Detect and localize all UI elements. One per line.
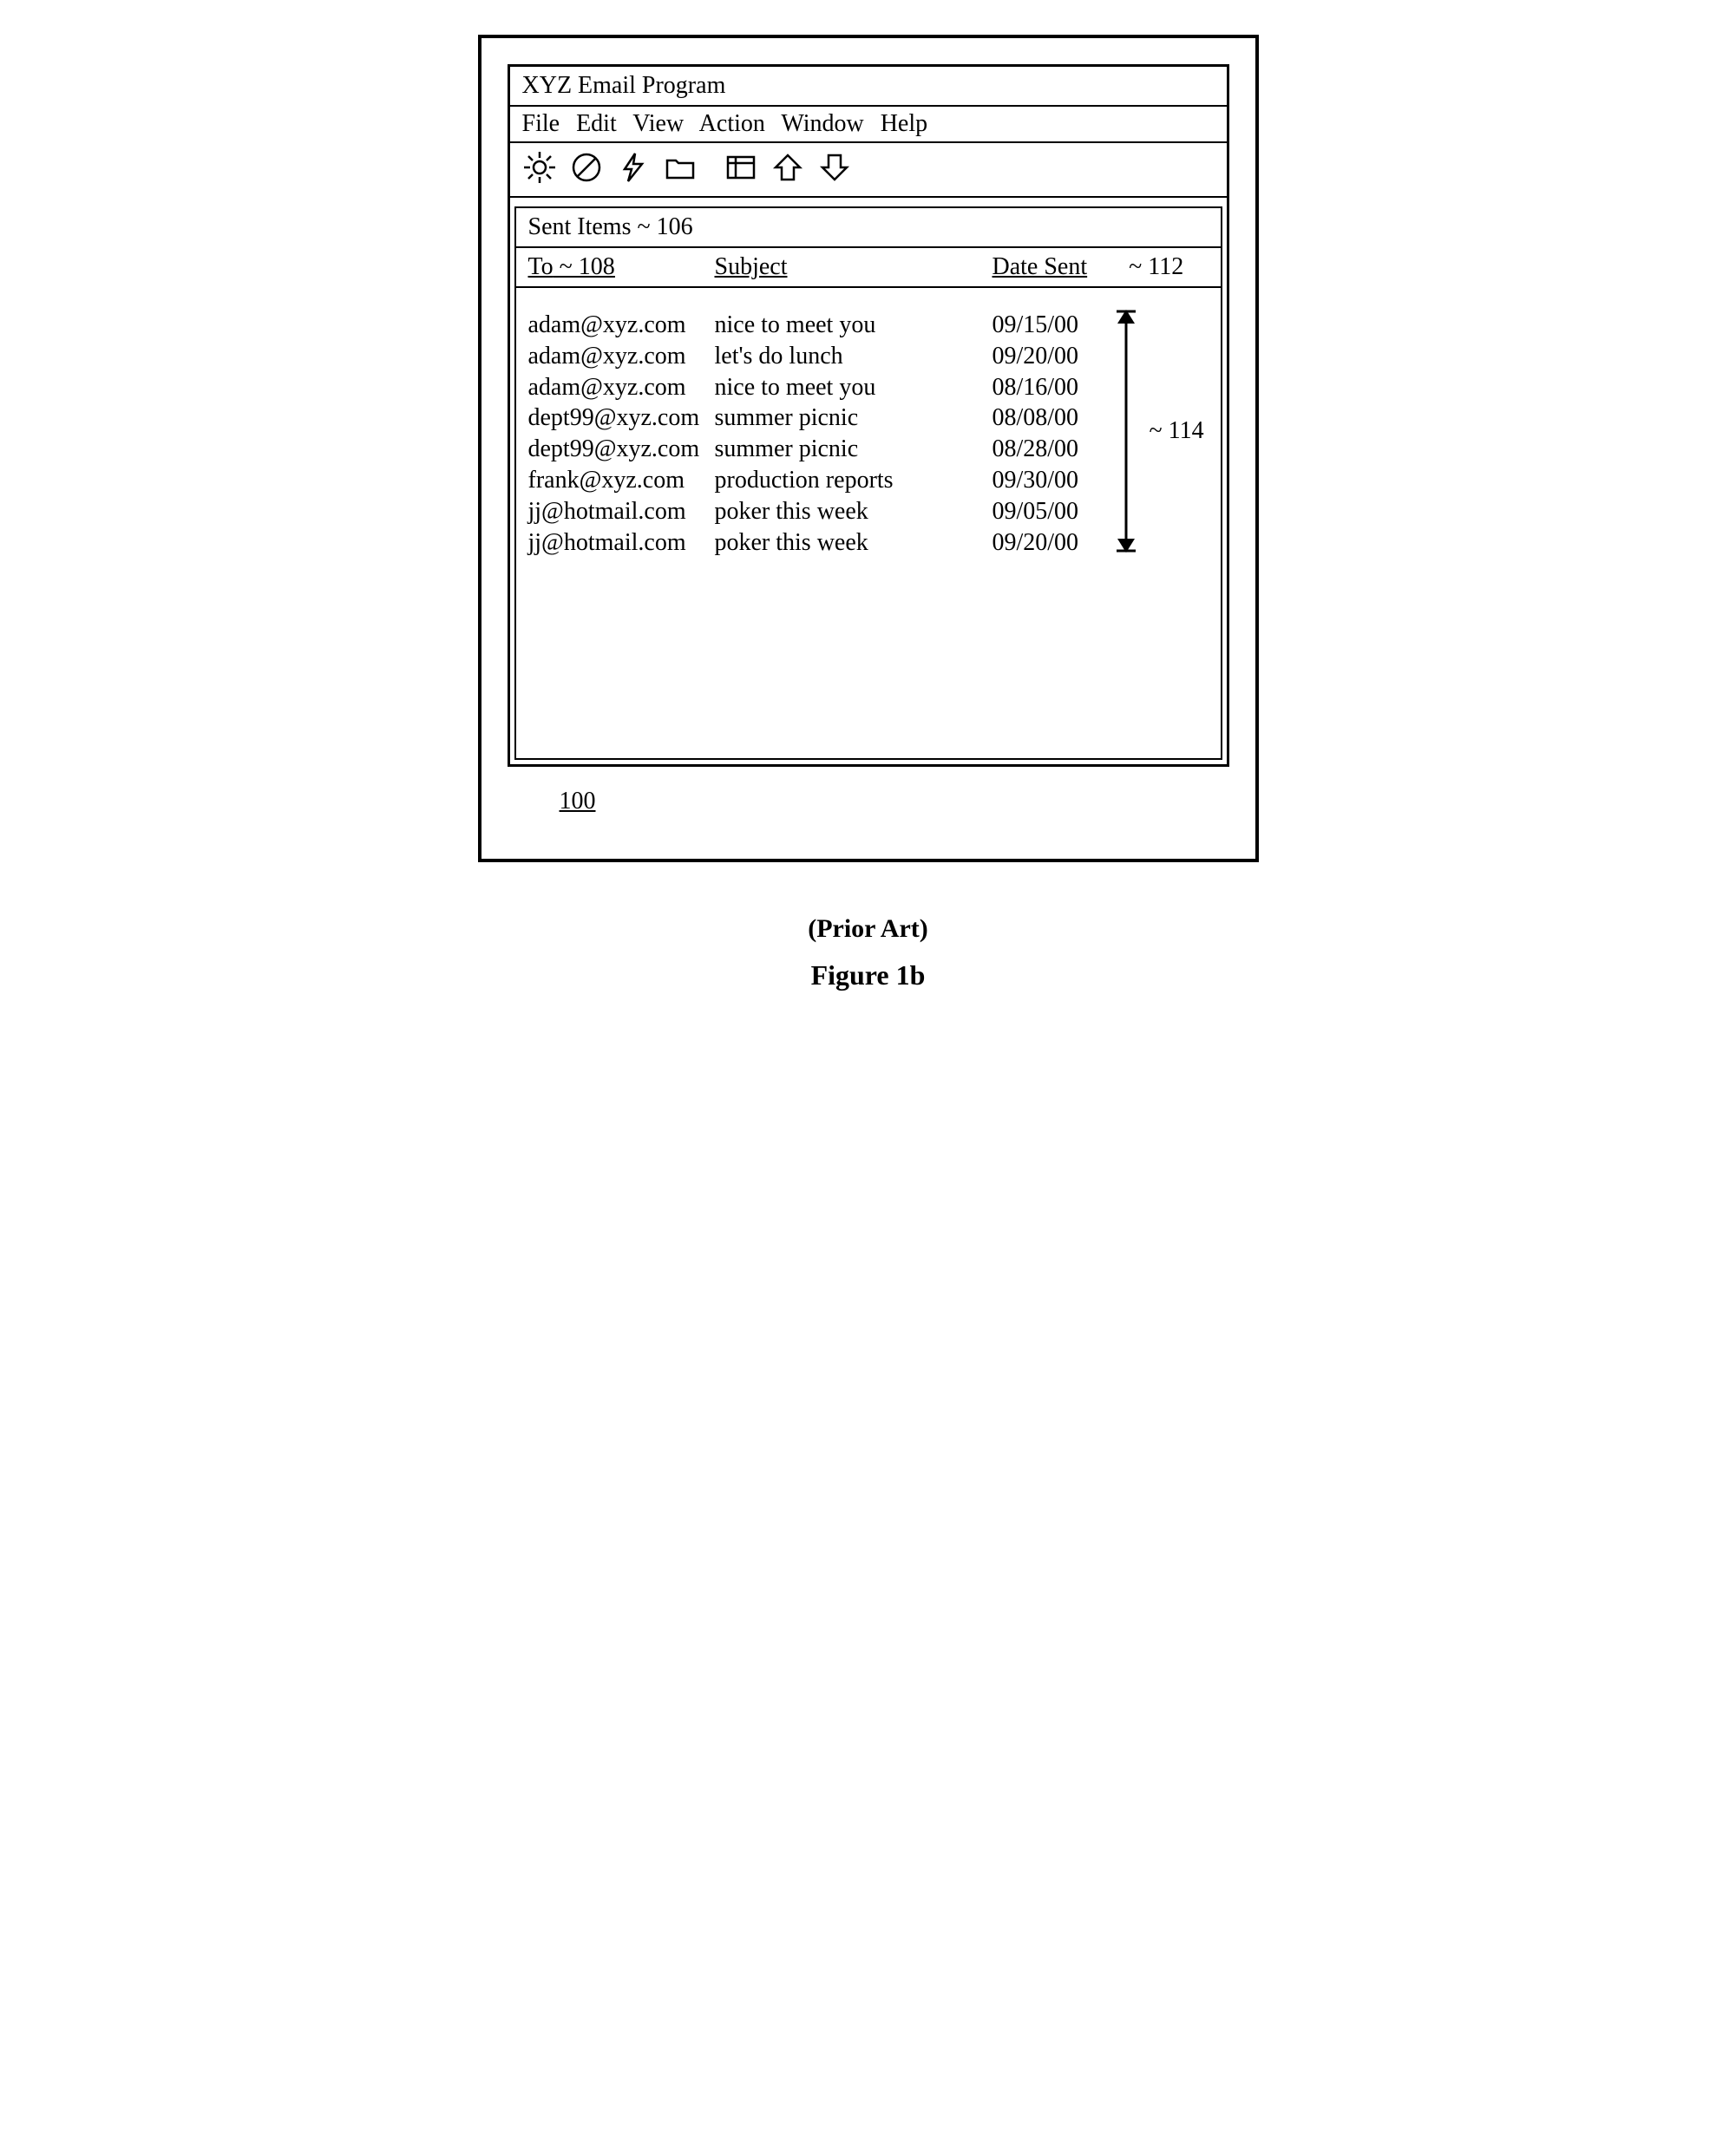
cell-subject: nice to meet you (715, 310, 992, 341)
cell-subject: poker this week (715, 496, 992, 527)
table-row[interactable]: adam@xyz.com nice to meet you 09/15/00 (528, 310, 1209, 341)
folder-name: Sent Items (528, 213, 632, 240)
menu-file[interactable]: File (522, 110, 560, 137)
menu-bar: File Edit View Action Window Help (510, 107, 1227, 143)
menu-view[interactable]: View (632, 110, 684, 137)
cell-date: 09/15/00 (992, 310, 1114, 341)
cell-subject: summer picnic (715, 434, 992, 465)
table-row[interactable]: dept99@xyz.com summer picnic 08/28/00 (528, 434, 1209, 465)
lightning-icon[interactable] (616, 150, 651, 189)
email-app-window: XYZ Email Program File Edit View Action … (508, 64, 1229, 767)
figure-outer-border: XYZ Email Program File Edit View Action … (478, 35, 1259, 862)
figure-number: Figure 1b (35, 959, 1701, 991)
cell-date: 08/08/00 (992, 402, 1114, 434)
folder-icon[interactable] (663, 150, 698, 189)
cell-date: 09/20/00 (992, 527, 1114, 559)
cell-to: adam@xyz.com (528, 372, 715, 403)
ref-100: 100 (560, 788, 1229, 815)
app-title: XYZ Email Program (522, 72, 726, 99)
cell-subject: summer picnic (715, 402, 992, 434)
title-bar: XYZ Email Program (510, 67, 1227, 107)
cell-subject: production reports (715, 465, 992, 496)
cell-date: 08/16/00 (992, 372, 1114, 403)
cell-date: 09/05/00 (992, 496, 1114, 527)
column-date-ref: ~ 112 (1129, 253, 1183, 280)
cell-to: frank@xyz.com (528, 465, 715, 496)
cell-subject: poker this week (715, 527, 992, 559)
column-headers: To ~ 108 Subject Date Sent ~ 112 (514, 248, 1222, 288)
window-icon[interactable] (724, 150, 758, 189)
cell-subject: nice to meet you (715, 372, 992, 403)
down-arrow-icon[interactable] (817, 150, 852, 189)
cell-to: adam@xyz.com (528, 310, 715, 341)
table-row[interactable]: frank@xyz.com production reports 09/30/0… (528, 465, 1209, 496)
cell-date: 09/20/00 (992, 341, 1114, 372)
table-row[interactable]: adam@xyz.com let's do lunch 09/20/00 (528, 341, 1209, 372)
ref-114: ~ 114 (1150, 417, 1204, 445)
range-arrow-annotation: ~ 114 (1113, 310, 1204, 553)
message-list: adam@xyz.com nice to meet you 09/15/00 a… (514, 288, 1222, 760)
double-arrow-icon (1113, 310, 1139, 553)
cell-subject: let's do lunch (715, 341, 992, 372)
table-row[interactable]: dept99@xyz.com summer picnic 08/08/00 (528, 402, 1209, 434)
column-subject[interactable]: Subject (715, 253, 788, 280)
no-entry-icon[interactable] (569, 150, 604, 189)
prior-art-label: (Prior Art) (35, 914, 1701, 944)
column-to-ref: ~ 108 (560, 253, 615, 280)
folder-label-bar: Sent Items ~ 106 (514, 206, 1222, 248)
menu-edit[interactable]: Edit (576, 110, 617, 137)
sun-icon[interactable] (522, 150, 557, 189)
cell-to: adam@xyz.com (528, 341, 715, 372)
folder-ref-106: ~ 106 (638, 213, 693, 240)
table-row[interactable]: adam@xyz.com nice to meet you 08/16/00 (528, 372, 1209, 403)
figure-caption: (Prior Art) Figure 1b (35, 914, 1701, 991)
cell-to: dept99@xyz.com (528, 434, 715, 465)
cell-date: 08/28/00 (992, 434, 1114, 465)
cell-to: dept99@xyz.com (528, 402, 715, 434)
cell-to: jj@hotmail.com (528, 496, 715, 527)
up-arrow-icon[interactable] (770, 150, 805, 189)
column-date[interactable]: Date Sent (992, 253, 1088, 280)
cell-date: 09/30/00 (992, 465, 1114, 496)
menu-action[interactable]: Action (699, 110, 765, 137)
menu-help[interactable]: Help (881, 110, 927, 137)
toolbar (510, 143, 1227, 198)
cell-to: jj@hotmail.com (528, 527, 715, 559)
menu-window[interactable]: Window (781, 110, 863, 137)
column-to[interactable]: To (528, 253, 554, 280)
table-row[interactable]: jj@hotmail.com poker this week 09/20/00 (528, 527, 1209, 559)
table-row[interactable]: jj@hotmail.com poker this week 09/05/00 (528, 496, 1209, 527)
